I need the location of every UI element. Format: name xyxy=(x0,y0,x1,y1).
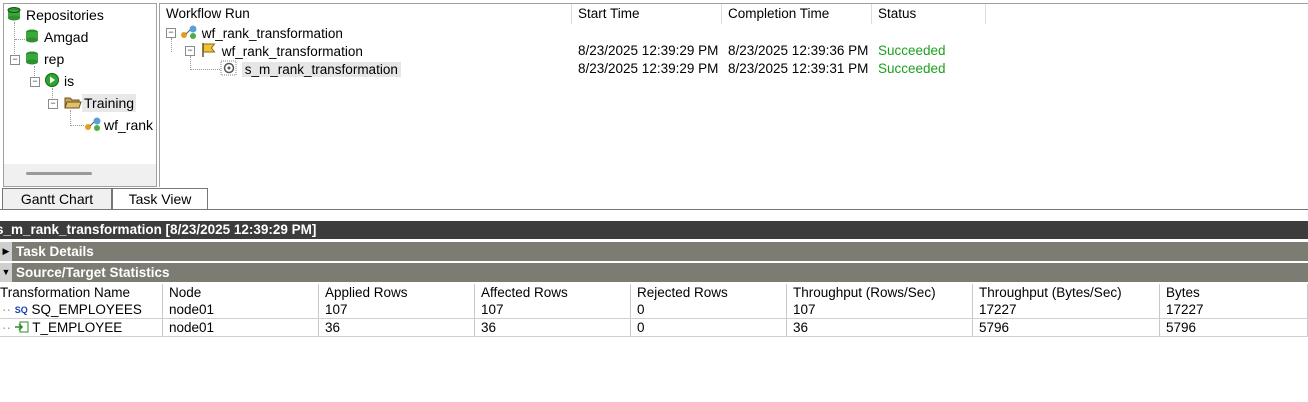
workflow-run-name: wf_rank_transformation xyxy=(221,44,363,60)
repository-navigator: Repositories Amgad − rep − is − Training… xyxy=(3,3,157,187)
tree-item-label: Repositories xyxy=(26,7,104,23)
transformation-name: SQ_EMPLOYEES xyxy=(31,302,142,317)
tree-connector xyxy=(190,69,220,70)
repositories-icon xyxy=(6,6,24,26)
rejected-rows-cell: 0 xyxy=(631,301,787,318)
status-text: Succeeded xyxy=(878,61,946,76)
column-header-workflow-run[interactable]: Workflow Run xyxy=(160,4,572,24)
section-label: Source/Target Statistics xyxy=(16,265,170,280)
folder-icon xyxy=(64,94,82,114)
horizontal-scrollbar[interactable] xyxy=(4,164,156,186)
throughput-bytes-cell: 17227 xyxy=(973,301,1160,318)
column-header-transformation-name[interactable]: Transformation Name xyxy=(0,284,163,301)
table-row[interactable]: ·· SQ SQ_EMPLOYEES node01 107 107 0 107 … xyxy=(0,301,1308,319)
expand-arrow-icon[interactable]: ▶ xyxy=(0,242,12,261)
column-header-status[interactable]: Status xyxy=(872,4,986,24)
applied-rows-cell: 36 xyxy=(319,319,475,336)
section-source-target-statistics[interactable]: ▼ Source/Target Statistics xyxy=(0,263,1308,282)
workflow-run-name: wf_rank_transformation xyxy=(201,26,343,42)
tree-item-wf-rank[interactable]: wf_rank xyxy=(84,116,155,136)
collapse-arrow-icon[interactable]: ▼ xyxy=(0,263,12,282)
status-text: Succeeded xyxy=(878,43,946,58)
tree-connector: ·· xyxy=(2,302,11,317)
tree-item-label: Amgad xyxy=(44,29,89,45)
tree-item-label: is xyxy=(64,73,75,89)
tree-connector: ·· xyxy=(2,320,11,335)
collapse-toggle-icon[interactable]: − xyxy=(10,55,20,65)
affected-rows-cell: 107 xyxy=(475,301,631,318)
transformation-name-cell: ·· SQ SQ_EMPLOYEES xyxy=(0,301,163,318)
run-properties-title-text: s_m_rank_transformation [8/23/2025 12:39… xyxy=(0,222,317,237)
tree-item-label: rep xyxy=(44,51,65,67)
workflow-icon xyxy=(84,116,102,136)
collapse-toggle-icon[interactable]: − xyxy=(48,99,58,109)
bytes-cell: 5796 xyxy=(1160,319,1308,336)
tree-connector xyxy=(190,56,191,70)
source-qualifier-icon: SQ xyxy=(14,304,28,315)
tree-connector xyxy=(171,38,172,52)
tree-item-is[interactable]: is xyxy=(44,72,76,92)
bytes-cell: 17227 xyxy=(1160,301,1308,318)
column-header-applied-rows[interactable]: Applied Rows xyxy=(319,284,475,301)
column-header-bytes[interactable]: Bytes xyxy=(1160,284,1308,301)
collapse-toggle-icon[interactable]: − xyxy=(30,77,40,87)
throughput-rows-cell: 36 xyxy=(787,319,973,336)
rejected-rows-cell: 0 xyxy=(631,319,787,336)
target-icon xyxy=(14,320,29,337)
column-header-throughput-bytes[interactable]: Throughput (Bytes/Sec) xyxy=(973,284,1160,301)
node-cell: node01 xyxy=(163,301,319,318)
repository-icon xyxy=(24,50,42,70)
session-run-name: s_m_rank_transformation xyxy=(241,62,401,78)
completion-time: 8/23/2025 12:39:31 PM xyxy=(728,61,869,76)
collapse-toggle-icon[interactable]: − xyxy=(185,46,195,56)
throughput-rows-cell: 107 xyxy=(787,301,973,318)
tree-item-amgad[interactable]: Amgad xyxy=(24,28,90,48)
tree-item-rep[interactable]: rep xyxy=(24,50,66,70)
session-gear-icon xyxy=(220,60,238,81)
affected-rows-cell: 36 xyxy=(475,319,631,336)
section-label: Task Details xyxy=(16,244,94,259)
workflow-run-list: Workflow Run Start Time Completion Time … xyxy=(159,3,1308,187)
throughput-bytes-cell: 5796 xyxy=(973,319,1160,336)
column-header-throughput-rows[interactable]: Throughput (Rows/Sec) xyxy=(787,284,973,301)
tree-item-label: Training xyxy=(82,94,137,112)
tree-item-repositories[interactable]: Repositories xyxy=(6,6,106,26)
repository-icon xyxy=(24,28,42,48)
flag-icon xyxy=(200,42,218,63)
scrollbar-thumb[interactable] xyxy=(26,172,92,175)
column-header-rejected-rows[interactable]: Rejected Rows xyxy=(631,284,787,301)
start-time: 8/23/2025 12:39:29 PM xyxy=(578,43,719,58)
tree-item-label: wf_rank xyxy=(104,117,154,133)
node-cell: node01 xyxy=(163,319,319,336)
workflow-icon xyxy=(180,24,198,45)
integration-service-icon xyxy=(44,72,62,92)
tab-gantt-chart[interactable]: Gantt Chart xyxy=(2,188,112,210)
column-header-start-time[interactable]: Start Time xyxy=(572,4,722,24)
tree-connector xyxy=(70,125,84,126)
tab-task-view[interactable]: Task View xyxy=(112,188,208,210)
table-row[interactable]: ·· T_EMPLOYEE node01 36 36 0 36 5796 579… xyxy=(0,319,1308,337)
collapse-toggle-icon[interactable]: − xyxy=(166,28,176,38)
transformation-name-cell: ·· T_EMPLOYEE xyxy=(0,319,163,336)
run-properties-title: s_m_rank_transformation [8/23/2025 12:39… xyxy=(0,221,1308,239)
completion-time: 8/23/2025 12:39:36 PM xyxy=(728,43,869,58)
tree-item-training[interactable]: Training xyxy=(64,94,137,114)
start-time: 8/23/2025 12:39:29 PM xyxy=(578,61,719,76)
section-task-details[interactable]: ▶ Task Details xyxy=(0,242,1308,261)
session-run-row[interactable]: s_m_rank_transformation xyxy=(220,60,401,81)
transformation-name: T_EMPLOYEE xyxy=(32,320,123,335)
column-header-affected-rows[interactable]: Affected Rows xyxy=(475,284,631,301)
applied-rows-cell: 107 xyxy=(319,301,475,318)
column-header-completion-time[interactable]: Completion Time xyxy=(722,4,872,24)
column-header-node[interactable]: Node xyxy=(163,284,319,301)
